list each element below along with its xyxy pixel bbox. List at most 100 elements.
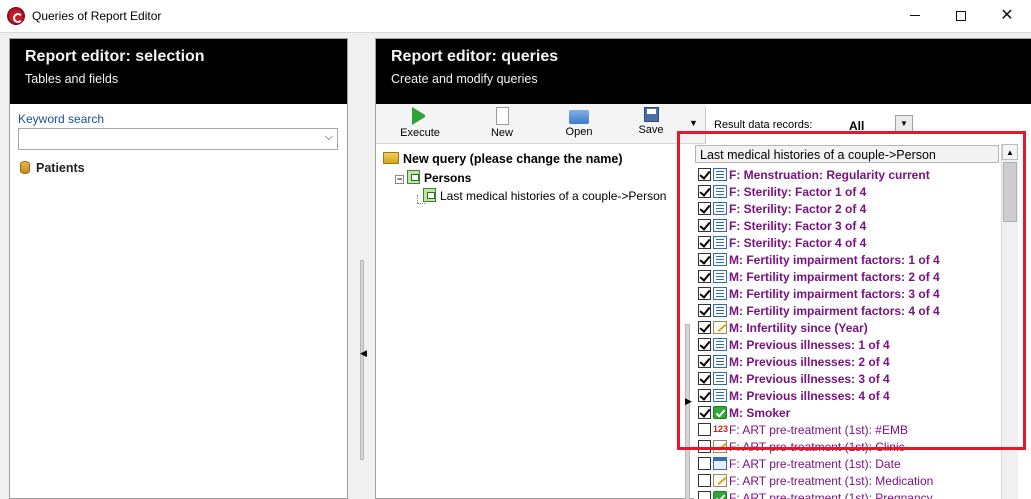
field-row[interactable]: M: Infertility since (Year): [698, 319, 1000, 336]
play-icon: [412, 107, 425, 125]
field-row[interactable]: F: Menstruation: Regularity current: [698, 166, 1000, 183]
field-checkbox[interactable]: [698, 185, 711, 198]
field-checkbox[interactable]: [698, 440, 711, 453]
collapse-left-icon[interactable]: ◀: [360, 348, 367, 359]
queries-panel: Report editor: queries Create and modify…: [375, 38, 1031, 499]
save-disk-icon: [643, 107, 659, 122]
maximize-icon: [956, 10, 966, 21]
field-checkbox[interactable]: [698, 202, 711, 215]
field-checkbox[interactable]: [698, 270, 711, 283]
result-records-value[interactable]: All: [849, 119, 864, 133]
open-button[interactable]: Open: [549, 107, 609, 138]
field-row[interactable]: F: ART pre-treatment (1st): Clinic: [698, 438, 1000, 455]
expand-right-icon[interactable]: ▶: [685, 396, 692, 407]
field-checkbox[interactable]: [698, 321, 711, 334]
splitter-bar[interactable]: [685, 324, 690, 499]
field-checkbox[interactable]: [698, 355, 711, 368]
field-checkbox[interactable]: [698, 406, 711, 419]
field-row[interactable]: F: ART pre-treatment (1st): Pregnancy: [698, 489, 1000, 499]
field-label: M: Smoker: [729, 405, 791, 420]
tree-item-patients[interactable]: Patients: [20, 161, 85, 175]
close-icon: ✕: [1000, 7, 1014, 24]
field-checkbox[interactable]: [698, 253, 711, 266]
save-button[interactable]: Save: [621, 107, 681, 136]
collapse-icon[interactable]: −: [395, 175, 404, 184]
database-icon: [20, 161, 30, 174]
multi-select-icon: [713, 202, 727, 215]
field-checkbox[interactable]: [698, 168, 711, 181]
field-label: F: Sterility: Factor 3 of 4: [729, 218, 867, 233]
field-label: M: Fertility impairment factors: 1 of 4: [729, 252, 940, 267]
field-label: F: Sterility: Factor 2 of 4: [729, 201, 867, 216]
query-folder-icon: [383, 152, 399, 164]
field-label: M: Infertility since (Year): [729, 320, 868, 335]
field-checkbox[interactable]: [698, 338, 711, 351]
selection-panel: Report editor: selection Tables and fiel…: [9, 38, 348, 499]
field-checkbox[interactable]: [698, 423, 711, 436]
field-checkbox[interactable]: [698, 304, 711, 317]
field-label: M: Fertility impairment factors: 4 of 4: [729, 303, 940, 318]
scrollbar-thumb[interactable]: [1003, 162, 1017, 222]
tree-item-label: New query (please change the name): [403, 152, 623, 166]
splitter-bar[interactable]: [360, 260, 364, 460]
result-records-dropdown-icon[interactable]: ▼: [895, 115, 913, 133]
field-label: M: Previous illnesses: 3 of 4: [729, 371, 890, 386]
close-button[interactable]: ✕: [984, 3, 1030, 29]
field-row[interactable]: M: Previous illnesses: 4 of 4: [698, 387, 1000, 404]
chevron-down-icon[interactable]: ⌵: [325, 131, 333, 144]
field-row[interactable]: M: Fertility impairment factors: 1 of 4: [698, 251, 1000, 268]
field-label: F: ART pre-treatment (1st): #EMB: [729, 422, 908, 437]
new-document-icon: [495, 107, 509, 125]
selection-panel-header: Report editor: selection Tables and fiel…: [10, 39, 347, 104]
window-title: Queries of Report Editor: [32, 9, 162, 23]
panel-splitter[interactable]: ◀: [358, 260, 367, 460]
vertical-scrollbar[interactable]: ▲: [1001, 144, 1018, 499]
field-label: F: ART pre-treatment (1st): Pregnancy: [729, 490, 933, 499]
field-checkbox[interactable]: [698, 457, 711, 470]
field-checkbox[interactable]: [698, 372, 711, 385]
minimize-button[interactable]: [892, 3, 938, 29]
tree-item-persons[interactable]: − Persons: [395, 170, 471, 185]
field-label: F: Menstruation: Regularity current: [729, 167, 930, 182]
field-checkbox[interactable]: [698, 474, 711, 487]
field-checkbox[interactable]: [698, 491, 711, 499]
maximize-button[interactable]: [938, 3, 984, 29]
new-button[interactable]: New: [472, 107, 532, 139]
scroll-up-icon[interactable]: ▲: [1002, 144, 1018, 160]
keyword-search-combobox[interactable]: ⌵: [18, 128, 338, 150]
tree-item-label: Persons: [424, 171, 472, 185]
app-logo-icon: [7, 7, 25, 25]
field-row[interactable]: F: Sterility: Factor 1 of 4: [698, 183, 1000, 200]
field-row[interactable]: M: Fertility impairment factors: 4 of 4: [698, 302, 1000, 319]
field-checkbox[interactable]: [698, 236, 711, 249]
field-row[interactable]: M: Previous illnesses: 2 of 4: [698, 353, 1000, 370]
tree-item-label: Last medical histories of a couple->Pers…: [440, 189, 667, 203]
field-row[interactable]: M: Fertility impairment factors: 2 of 4: [698, 268, 1000, 285]
field-checkbox[interactable]: [698, 287, 711, 300]
field-list-splitter[interactable]: ▶: [684, 324, 692, 499]
execute-button[interactable]: Execute: [390, 107, 450, 139]
field-row[interactable]: F: ART pre-treatment (1st): Date: [698, 455, 1000, 472]
field-checkbox[interactable]: [698, 389, 711, 402]
execute-label: Execute: [400, 127, 440, 139]
field-checkbox[interactable]: [698, 219, 711, 232]
field-label: M: Previous illnesses: 2 of 4: [729, 354, 890, 369]
tree-item-new-query[interactable]: New query (please change the name): [383, 152, 623, 166]
field-row[interactable]: M: Smoker: [698, 404, 1000, 421]
field-row[interactable]: 123 F: ART pre-treatment (1st): #EMB: [698, 421, 1000, 438]
field-row[interactable]: F: Sterility: Factor 2 of 4: [698, 200, 1000, 217]
field-row[interactable]: M: Previous illnesses: 3 of 4: [698, 370, 1000, 387]
field-row[interactable]: M: Previous illnesses: 1 of 4: [698, 336, 1000, 353]
field-row[interactable]: F: Sterility: Factor 4 of 4: [698, 234, 1000, 251]
field-row[interactable]: M: Fertility impairment factors: 3 of 4: [698, 285, 1000, 302]
field-row[interactable]: F: Sterility: Factor 3 of 4: [698, 217, 1000, 234]
multi-select-icon: [713, 270, 727, 283]
field-label: F: ART pre-treatment (1st): Medication: [729, 473, 934, 488]
field-label: M: Fertility impairment factors: 2 of 4: [729, 269, 940, 284]
new-label: New: [490, 127, 513, 139]
multi-select-icon: [713, 253, 727, 266]
field-row[interactable]: F: ART pre-treatment (1st): Medication: [698, 472, 1000, 489]
save-dropdown-icon[interactable]: ▼: [689, 118, 698, 128]
selection-panel-title: Report editor: selection: [25, 48, 205, 65]
tree-item-medical-histories[interactable]: Last medical histories of a couple->Pers…: [423, 188, 666, 203]
